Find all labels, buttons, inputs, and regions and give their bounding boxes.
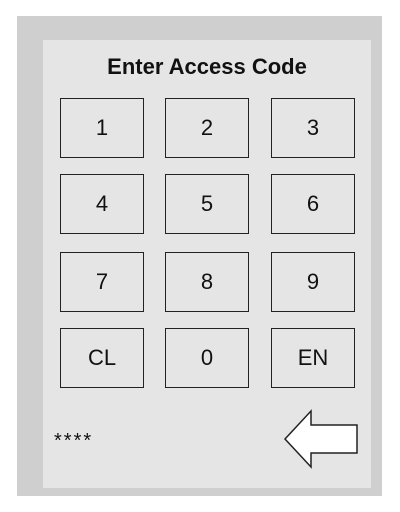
key-5[interactable]: 5 xyxy=(165,174,249,234)
key-clear[interactable]: CL xyxy=(60,328,144,388)
key-0[interactable]: 0 xyxy=(165,328,249,388)
key-1[interactable]: 1 xyxy=(60,98,144,158)
key-7[interactable]: 7 xyxy=(60,252,144,312)
code-display: **** xyxy=(54,430,94,452)
key-6[interactable]: 6 xyxy=(271,174,355,234)
key-2[interactable]: 2 xyxy=(165,98,249,158)
key-9[interactable]: 9 xyxy=(271,252,355,312)
keypad-title: Enter Access Code xyxy=(107,54,307,79)
key-4[interactable]: 4 xyxy=(60,174,144,234)
left-arrow-icon[interactable] xyxy=(283,409,359,469)
key-enter[interactable]: EN xyxy=(271,328,355,388)
key-3[interactable]: 3 xyxy=(271,98,355,158)
key-8[interactable]: 8 xyxy=(165,252,249,312)
